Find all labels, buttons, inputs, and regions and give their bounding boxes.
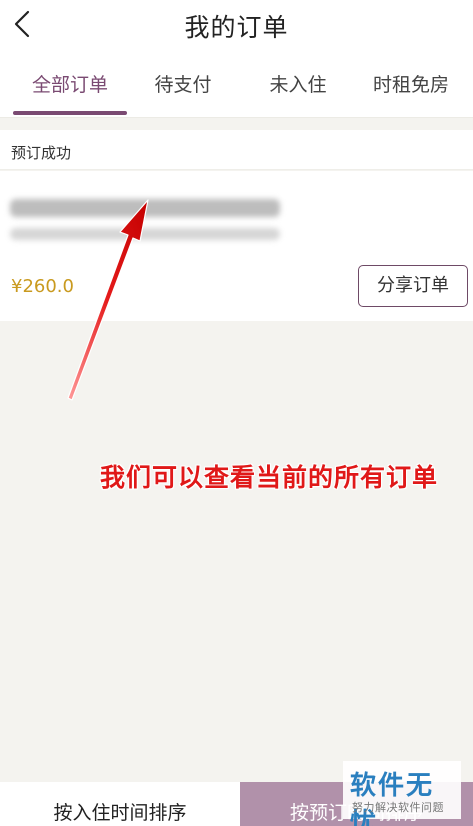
tab-not-checked-in[interactable]: 未入住 [239,70,357,97]
tab-all-orders[interactable]: 全部订单 [11,70,129,97]
annotation-caption: 我们可以查看当前的所有订单 [100,463,439,492]
site-watermark: 软件无忧 努力解决软件问题 [343,761,461,826]
order-price: ¥260.0 [11,276,74,297]
active-tab-indicator [13,111,127,115]
watermark-title: 软件无忧 [350,771,435,826]
watermark-subtitle: 努力解决软件问题 [352,801,444,814]
order-card[interactable]: ¥260.0 分享订单 [0,171,473,321]
blurred-order-details [10,228,280,240]
tab-hourly-rooms[interactable]: 时租免房 [352,70,470,97]
tab-pending-payment[interactable]: 待支付 [124,70,242,97]
order-status: 预订成功 [11,144,72,162]
annotation-arrow [67,199,149,401]
order-tabs: 全部订单 待支付 未入住 时租免房 [0,52,473,118]
sort-by-checkin-button[interactable]: 按入住时间排序 [0,782,240,826]
order-status-row: 预订成功 [0,130,473,170]
page-title: 我的订单 [184,13,289,42]
header-bar: 我的订单 [0,0,473,52]
share-order-button[interactable]: 分享订单 [358,265,468,307]
blurred-hotel-name [10,199,280,217]
